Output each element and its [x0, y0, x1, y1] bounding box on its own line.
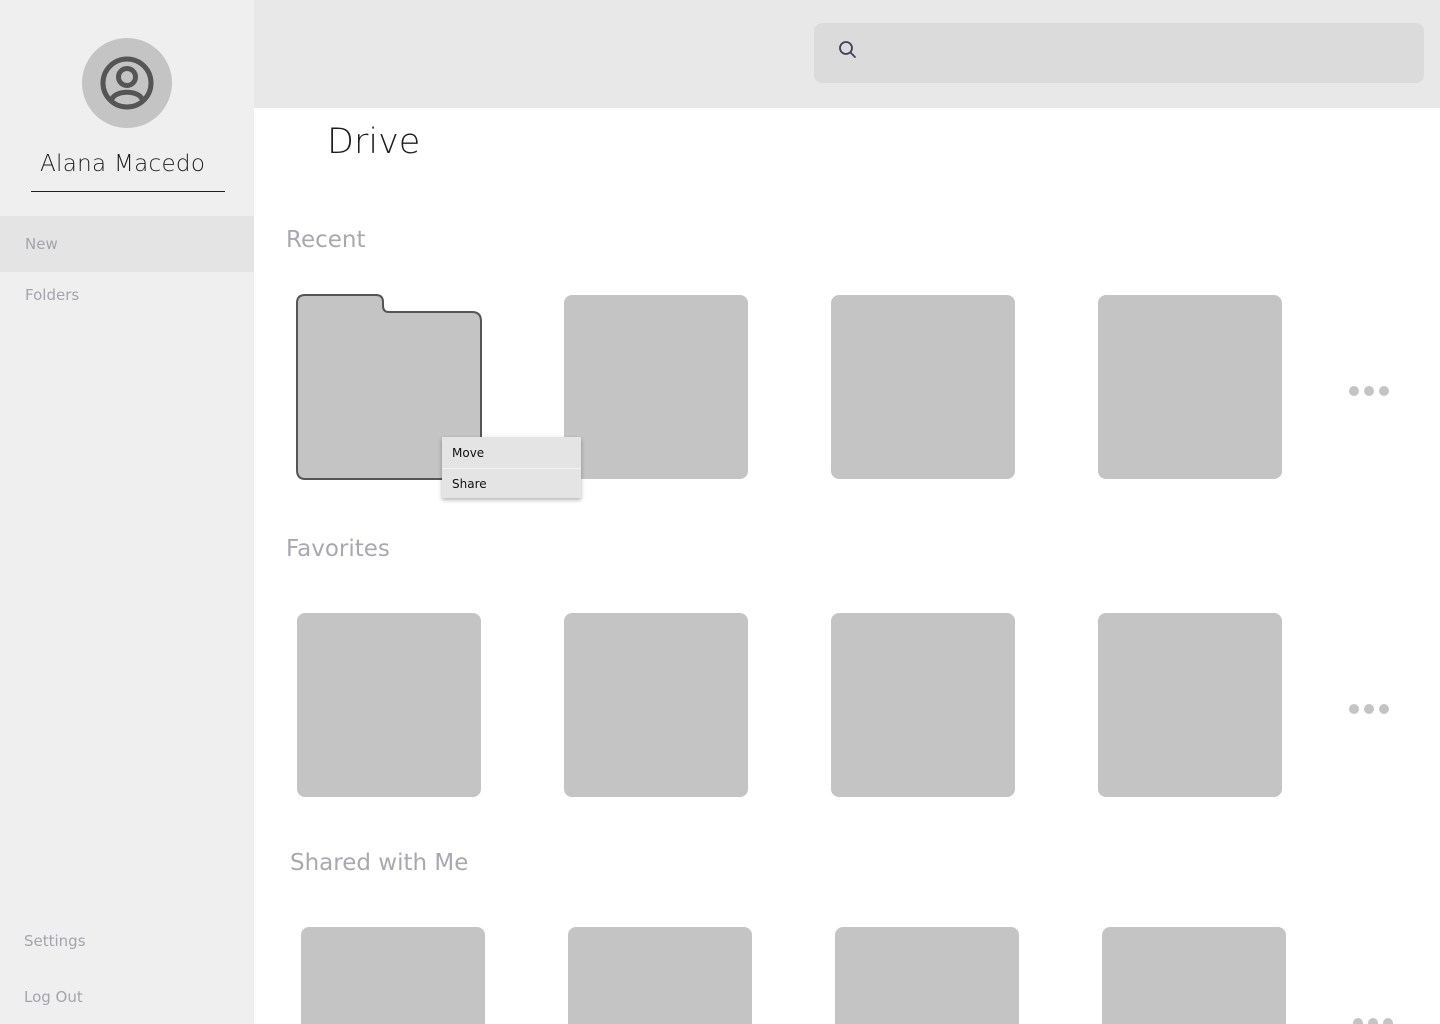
name-divider	[31, 191, 225, 192]
file-tile[interactable]	[831, 613, 1015, 797]
file-tile[interactable]	[1098, 613, 1282, 797]
section-title-recent: Recent	[286, 227, 366, 253]
sidebar-item-new[interactable]: New	[0, 216, 254, 272]
file-tile[interactable]	[297, 613, 481, 797]
file-tile[interactable]	[301, 927, 485, 1024]
search-input[interactable]	[814, 23, 1424, 83]
file-tile[interactable]	[1098, 295, 1282, 479]
user-name: Alana Macedo	[40, 151, 206, 177]
sidebar-item-label: New	[25, 235, 58, 253]
sidebar-item-label: Folders	[25, 286, 80, 304]
avatar[interactable]	[82, 38, 172, 128]
context-menu-label: Share	[452, 476, 487, 491]
sidebar-item-settings[interactable]: Settings	[0, 913, 254, 969]
section-title-favorites: Favorites	[286, 536, 390, 562]
sidebar-item-logout[interactable]: Log Out	[0, 969, 254, 1024]
sidebar-item-label: Log Out	[24, 988, 83, 1006]
sidebar: Alana Macedo New Folders Settings Log Ou…	[0, 0, 254, 1024]
file-tile[interactable]	[835, 927, 1019, 1024]
context-menu-share[interactable]: Share	[442, 468, 581, 498]
more-icon[interactable]	[1349, 703, 1391, 715]
context-menu-move[interactable]: Move	[442, 438, 581, 468]
context-menu: Move Share	[442, 437, 581, 498]
file-tile[interactable]	[564, 295, 748, 479]
top-bar	[254, 0, 1440, 108]
sidebar-item-folders[interactable]: Folders	[0, 267, 254, 323]
search-icon	[839, 41, 856, 58]
section-title-shared: Shared with Me	[290, 850, 469, 876]
sidebar-item-label: Settings	[24, 932, 86, 950]
file-tile[interactable]	[831, 295, 1015, 479]
file-tile[interactable]	[568, 927, 752, 1024]
file-tile[interactable]	[564, 613, 748, 797]
user-circle-icon	[100, 56, 154, 110]
context-menu-label: Move	[452, 446, 485, 460]
page-title: Drive	[327, 122, 421, 162]
file-tile[interactable]	[1102, 927, 1286, 1024]
more-icon[interactable]	[1349, 385, 1391, 397]
more-icon[interactable]	[1353, 1017, 1395, 1024]
